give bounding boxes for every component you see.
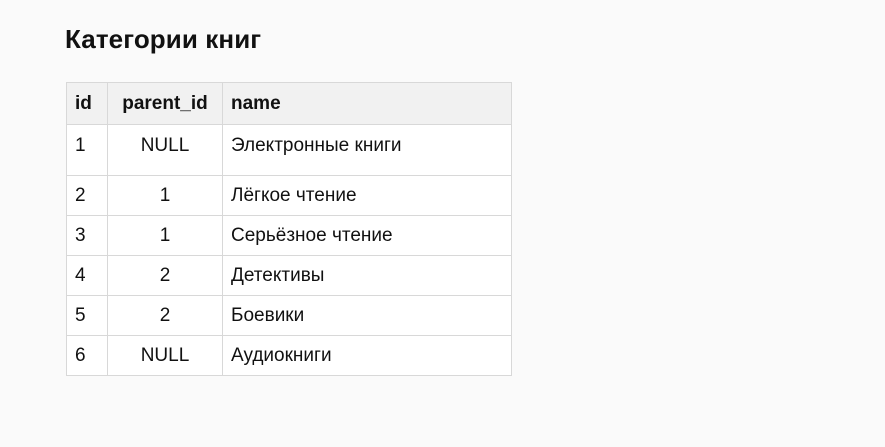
cell-name: Лёгкое чтение bbox=[222, 175, 512, 216]
cell-id: 4 bbox=[66, 255, 108, 296]
categories-table: id parent_id name 1 NULL Электронные кни… bbox=[66, 82, 512, 376]
cell-id: 2 bbox=[66, 175, 108, 216]
cell-parent-id: NULL bbox=[107, 124, 223, 176]
cell-name: Аудиокниги bbox=[222, 335, 512, 376]
cell-id: 5 bbox=[66, 295, 108, 336]
table-row: 6 NULL Аудиокниги bbox=[66, 335, 512, 376]
cell-id: 3 bbox=[66, 215, 108, 256]
column-header-name: name bbox=[222, 82, 512, 125]
cell-name: Боевики bbox=[222, 295, 512, 336]
cell-parent-id: 1 bbox=[107, 215, 223, 256]
cell-parent-id: 1 bbox=[107, 175, 223, 216]
cell-name: Серьёзное чтение bbox=[222, 215, 512, 256]
cell-id: 6 bbox=[66, 335, 108, 376]
cell-parent-id: 2 bbox=[107, 295, 223, 336]
table-row: 4 2 Детективы bbox=[66, 255, 512, 296]
table-header-row: id parent_id name bbox=[66, 82, 512, 125]
table-row: 3 1 Серьёзное чтение bbox=[66, 215, 512, 256]
table-row: 5 2 Боевики bbox=[66, 295, 512, 336]
column-header-id: id bbox=[66, 82, 108, 125]
page-title: Категории книг bbox=[65, 24, 262, 54]
cell-id: 1 bbox=[66, 124, 108, 176]
cell-name: Электронные книги bbox=[222, 124, 512, 176]
column-header-parent-id: parent_id bbox=[107, 82, 223, 125]
cell-parent-id: 2 bbox=[107, 255, 223, 296]
table-row: 2 1 Лёгкое чтение bbox=[66, 175, 512, 216]
cell-parent-id: NULL bbox=[107, 335, 223, 376]
table-row: 1 NULL Электронные книги bbox=[66, 124, 512, 176]
cell-name: Детективы bbox=[222, 255, 512, 296]
